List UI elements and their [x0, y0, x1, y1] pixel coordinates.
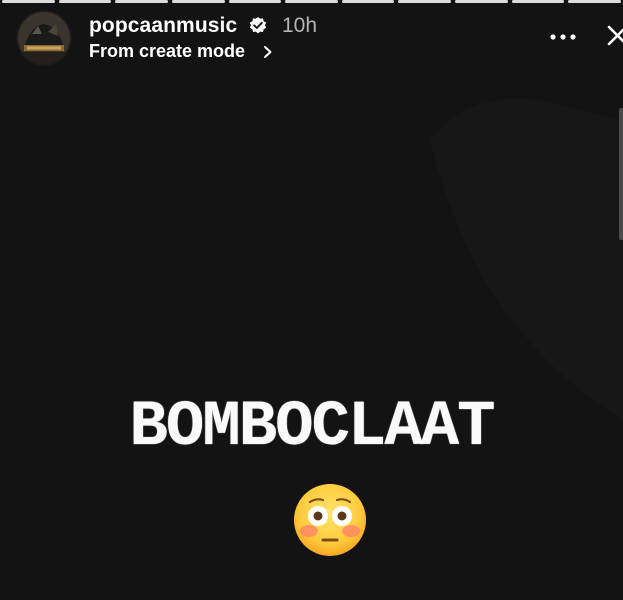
avatar[interactable] [18, 12, 70, 64]
username[interactable]: popcaanmusic [89, 14, 237, 38]
story-progress-bar [0, 0, 623, 4]
flushed-face-emoji [292, 482, 368, 558]
progress-segment [511, 0, 565, 3]
close-icon[interactable] [604, 22, 623, 52]
progress-segment [58, 0, 112, 3]
chevron-right-icon [264, 46, 272, 58]
progress-segment [455, 0, 508, 3]
progress-segment [171, 0, 225, 3]
verified-badge-icon [249, 17, 267, 34]
progress-segment [568, 0, 622, 3]
progress-segment [341, 0, 395, 3]
story-caption-text: BOMBOCLAAT [129, 392, 495, 464]
story-timestamp: 10h [282, 14, 318, 37]
progress-segment [2, 0, 55, 3]
more-options-icon[interactable] [548, 28, 578, 44]
progress-segment [285, 0, 338, 3]
progress-segment [115, 0, 168, 3]
create-mode-link[interactable]: From create mode [89, 41, 245, 62]
progress-segment [398, 0, 452, 3]
progress-segment [228, 0, 282, 3]
next-story-edge[interactable] [619, 108, 623, 240]
avatar-image [18, 12, 70, 64]
